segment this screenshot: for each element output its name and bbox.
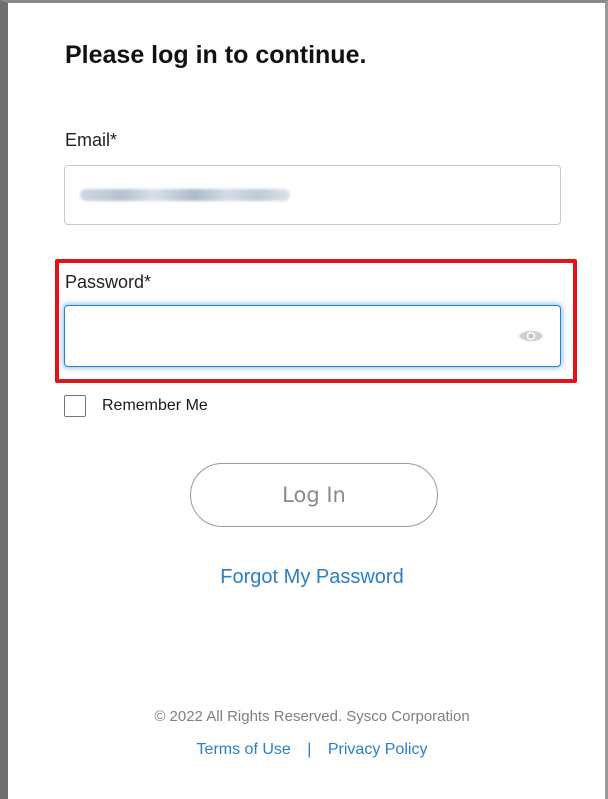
footer-separator: |	[307, 741, 312, 758]
remember-me-label[interactable]: Remember Me	[102, 397, 208, 415]
eye-icon[interactable]	[518, 327, 544, 345]
login-panel: Please log in to continue. Email* Passwo…	[8, 3, 605, 799]
privacy-policy-link[interactable]: Privacy Policy	[328, 741, 428, 758]
login-button[interactable]: Log In	[190, 463, 438, 527]
remember-me-row[interactable]: Remember Me	[64, 394, 208, 418]
copyright-text: © 2022 All Rights Reserved. Sysco Corpor…	[154, 708, 470, 725]
footer-links: Terms of Use | Privacy Policy	[8, 741, 608, 759]
forgot-password-link[interactable]: Forgot My Password	[8, 566, 608, 589]
remember-me-checkbox[interactable]	[64, 395, 86, 417]
email-label: Email*	[65, 130, 118, 150]
terms-of-use-link[interactable]: Terms of Use	[197, 741, 291, 758]
email-value-blurred	[80, 189, 290, 201]
password-field[interactable]	[64, 305, 561, 367]
login-window: Please log in to continue. Email* Passwo…	[0, 0, 608, 799]
page-title: Please log in to continue.	[65, 41, 367, 69]
password-label: Password*	[65, 272, 152, 292]
